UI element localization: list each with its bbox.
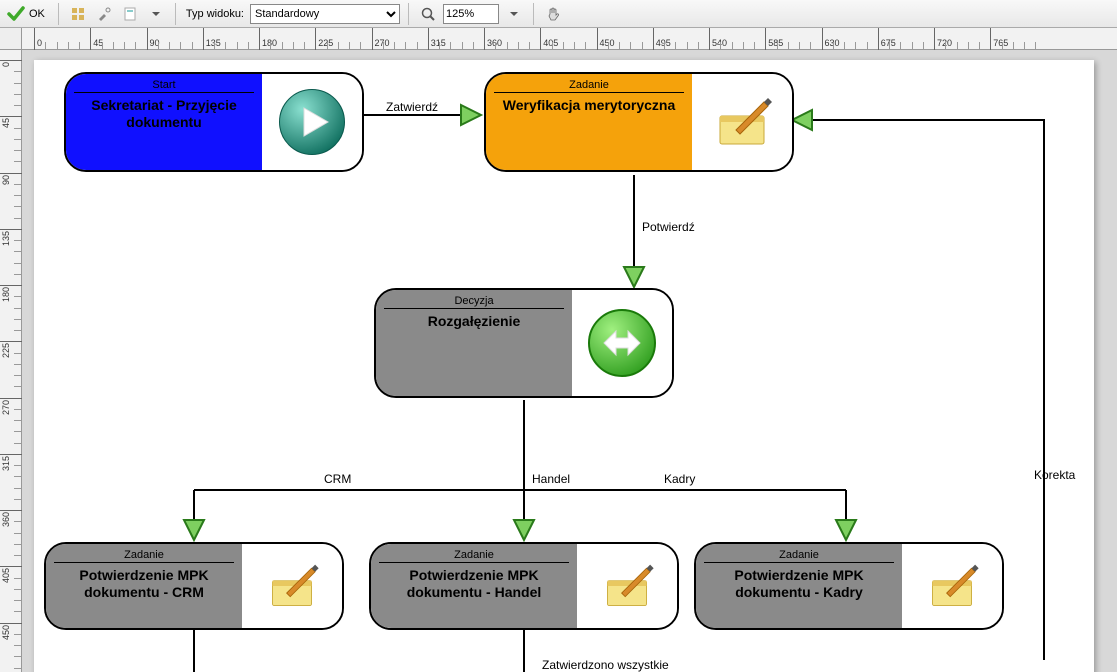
ruler-vertical: 04590135180225270315360405450495 [0,50,22,672]
edge-label-potwierdz: Potwierdź [642,220,695,234]
view-type-select[interactable]: Standardowy [250,4,400,24]
node-caption: Zadanie [704,548,894,563]
note-icon [260,554,324,618]
select-icon [70,6,86,22]
pan-button[interactable] [542,3,564,25]
chevron-down-icon [509,6,519,22]
node-caption: Zadanie [54,548,234,563]
node-caption: Zadanie [379,548,569,563]
zoom-tool-button[interactable] [417,3,439,25]
edge-label-korekta: Korekta [1034,468,1075,482]
tool-button-1[interactable] [67,3,89,25]
play-icon [276,86,348,158]
tools-icon [96,6,112,22]
tool-button-4[interactable] [145,3,167,25]
dropdown-icon [151,6,161,22]
edge-label-kadry: Kadry [664,472,695,486]
ruler-horizontal: 0459013518022527031536040545049554058563… [22,28,1117,50]
zoom-input[interactable] [443,4,499,24]
swap-icon [584,305,660,381]
zoom-dropdown-button[interactable] [503,3,525,25]
ok-label: OK [29,8,45,20]
node-title: Potwierdzenie MPK dokumentu - Handel [379,567,569,601]
node-start[interactable]: Start Sekretariat - Przyjęcie dokumentu [64,72,364,172]
toolbar: OK Typ widoku: Standardowy [0,0,1117,28]
page: Zatwierdź Potwierdź CRM Handel Kadry Kor… [34,60,1094,672]
tool-button-3[interactable] [119,3,141,25]
node-title: Weryfikacja merytoryczna [503,97,676,114]
edge-label-zatwierdz: Zatwierdź [386,100,438,114]
edge-label-crm: CRM [324,472,351,486]
node-title: Rozgałęzienie [428,313,521,330]
node-verify[interactable]: Zadanie Weryfikacja merytoryczna [484,72,794,172]
ok-button[interactable]: OK [4,3,50,25]
check-icon [7,5,25,23]
ruler-corner [0,28,22,50]
node-task-crm[interactable]: Zadanie Potwierdzenie MPK dokumentu - CR… [44,542,344,630]
node-title: Potwierdzenie MPK dokumentu - Kadry [704,567,894,601]
canvas[interactable]: Zatwierdź Potwierdź CRM Handel Kadry Kor… [22,50,1117,672]
note-icon [706,86,778,158]
note-icon [595,554,659,618]
edge-label-zatwierdzono: Zatwierdzono wszystkie [542,658,669,672]
page-icon [122,6,138,22]
app-root: OK Typ widoku: Standardowy [0,0,1117,672]
node-title: Potwierdzenie MPK dokumentu - CRM [54,567,234,601]
node-title: Sekretariat - Przyjęcie dokumentu [74,97,254,131]
magnifier-icon [420,6,436,22]
node-decision[interactable]: Decyzja Rozgałęzienie [374,288,674,398]
tool-button-2[interactable] [93,3,115,25]
edge-label-handel: Handel [532,472,570,486]
note-icon [920,554,984,618]
node-task-kadry[interactable]: Zadanie Potwierdzenie MPK dokumentu - Ka… [694,542,1004,630]
node-caption: Zadanie [494,78,684,93]
node-task-handel[interactable]: Zadanie Potwierdzenie MPK dokumentu - Ha… [369,542,679,630]
view-type-label: Typ widoku: [186,8,244,20]
node-caption: Decyzja [384,294,564,309]
node-caption: Start [74,78,254,93]
workspace: 0459013518022527031536040545049554058563… [0,28,1117,672]
hand-icon [545,6,561,22]
